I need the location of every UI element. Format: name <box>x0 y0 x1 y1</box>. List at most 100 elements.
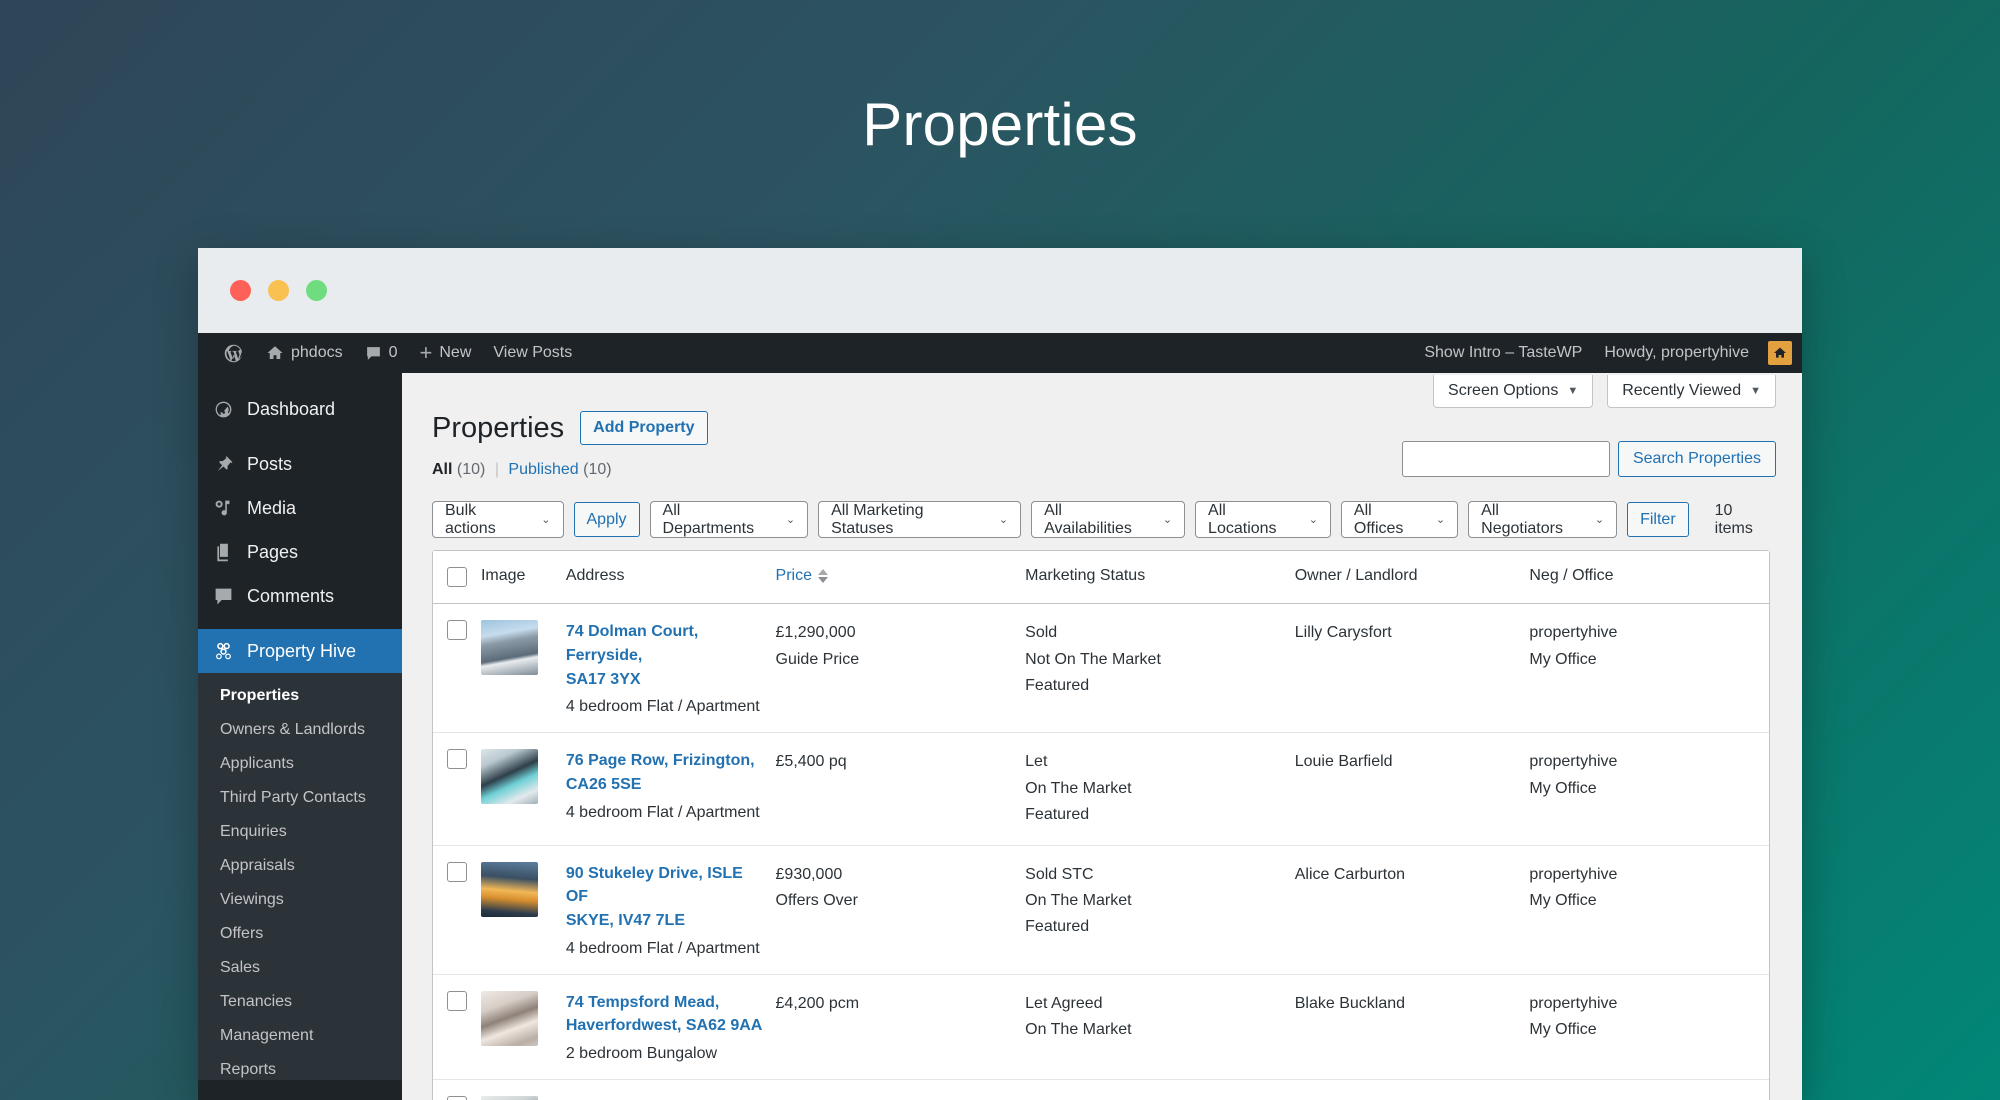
row-image-cell <box>480 604 566 732</box>
close-window-button[interactable] <box>230 280 251 301</box>
sidebar-item-label: Dashboard <box>247 398 336 419</box>
wordpress-logo-menu[interactable] <box>212 333 255 373</box>
property-price-qualifier: Offers Over <box>775 891 858 909</box>
table-row[interactable]: 74 Dolman Court, Ferryside, SA17 3YX 4 b… <box>433 604 1769 734</box>
recently-viewed-button[interactable]: Recently Viewed ▼ <box>1607 375 1776 408</box>
submenu-item-third-party-contacts[interactable]: Third Party Contacts <box>198 781 402 815</box>
property-thumbnail[interactable] <box>480 749 538 805</box>
property-address-link[interactable]: 76 Page Row, Frizington, <box>566 749 766 773</box>
property-thumbnail[interactable] <box>480 990 538 1046</box>
chevron-down-icon: ⌄ <box>1594 514 1605 527</box>
screen-options-button[interactable]: Screen Options ▼ <box>1433 375 1594 408</box>
table-row[interactable]: 74 Tempsford Mead, Haverfordwest, SA62 9… <box>433 975 1769 1080</box>
add-property-button[interactable]: Add Property <box>580 411 708 446</box>
site-name-menu[interactable]: phdocs <box>255 333 354 373</box>
sidebar-item-label: Media <box>247 497 297 518</box>
property-address-link[interactable]: 120 Princess Terrace, West <box>566 1096 766 1100</box>
submenu-item-tenancies[interactable]: Tenancies <box>198 985 402 1019</box>
view-link-published[interactable]: Published <box>508 461 578 478</box>
plus-icon: + <box>419 340 433 365</box>
menu-separator <box>198 618 402 629</box>
locations-select[interactable]: All Locations ⌄ <box>1195 501 1331 539</box>
column-header-address: Address <box>565 567 625 585</box>
table-row[interactable]: 76 Page Row, Frizington, CA26 5SE 4 bedr… <box>433 733 1769 846</box>
sidebar-item-property-hive[interactable]: Property Hive <box>198 629 402 673</box>
submenu-item-owners-landlords[interactable]: Owners & Landlords <box>198 713 402 747</box>
view-link-all[interactable]: All <box>432 461 452 478</box>
wp-admin-body: Dashboard Posts Media Pages Comments Pro… <box>198 373 1802 1100</box>
row-address-cell: 90 Stukeley Drive, ISLE OF SKYE, IV47 7L… <box>566 846 776 974</box>
sidebar-item-pages[interactable]: Pages <box>198 530 402 574</box>
bulk-actions-select[interactable]: Bulk actions ⌄ <box>432 501 564 539</box>
submenu-item-offers[interactable]: Offers <box>198 917 402 951</box>
search-input[interactable] <box>1401 441 1610 477</box>
submenu-item-enquiries[interactable]: Enquiries <box>198 815 402 849</box>
show-intro-link[interactable]: Show Intro – TasteWP <box>1413 333 1593 373</box>
sidebar-item-label: Posts <box>247 453 293 474</box>
submenu-item-applicants[interactable]: Applicants <box>198 747 402 781</box>
submenu-item-appraisals[interactable]: Appraisals <box>198 849 402 883</box>
marketing-statuses-select[interactable]: All Marketing Statuses ⌄ <box>818 501 1022 539</box>
negotiators-select[interactable]: All Negotiators ⌄ <box>1468 501 1618 539</box>
price-sort-link[interactable]: Price <box>776 567 828 585</box>
row-owner-cell: Blake Buckland <box>1295 975 1530 1079</box>
search-properties-button[interactable]: Search Properties <box>1617 441 1776 477</box>
offices-value: All Offices <box>1353 501 1404 537</box>
chevron-down-icon: ▼ <box>1567 385 1579 397</box>
property-address-link-2[interactable]: SA17 3YX <box>566 668 766 692</box>
avatar[interactable] <box>1768 341 1792 365</box>
filter-button[interactable]: Filter <box>1627 502 1689 538</box>
property-status-market: On The Market <box>1025 891 1132 909</box>
view-count-published: (10) <box>583 461 612 479</box>
offices-select[interactable]: All Offices ⌄ <box>1340 501 1459 539</box>
property-address-link-2[interactable]: CA26 5SE <box>566 773 766 797</box>
apply-button[interactable]: Apply <box>573 502 640 538</box>
property-thumbnail[interactable] <box>480 620 538 676</box>
minimize-window-button[interactable] <box>268 280 289 301</box>
row-checkbox[interactable] <box>447 861 467 882</box>
column-header-price[interactable]: Price <box>776 551 1026 603</box>
departments-select[interactable]: All Departments ⌄ <box>649 501 809 539</box>
new-content-menu[interactable]: + New <box>409 333 483 373</box>
property-address-link-2[interactable]: Haverfordwest, SA62 9AA <box>566 1014 766 1038</box>
property-status-market: On The Market <box>1025 779 1132 797</box>
sidebar-item-media[interactable]: Media <box>198 486 402 530</box>
sidebar-item-comments[interactable]: Comments <box>198 574 402 618</box>
property-status-market: Not On The Market <box>1025 650 1161 668</box>
availabilities-select[interactable]: All Availabilities ⌄ <box>1031 501 1186 539</box>
submenu-item-properties[interactable]: Properties <box>198 679 402 713</box>
chevron-down-icon: ⌄ <box>1162 514 1173 527</box>
select-all-checkbox[interactable] <box>447 567 467 588</box>
table-row[interactable]: 120 Princess Terrace, West Drayton, UB8 … <box>433 1080 1769 1100</box>
row-status-cell: Sold Not On The Market Featured <box>1025 604 1295 732</box>
row-checkbox[interactable] <box>447 749 467 770</box>
row-checkbox[interactable] <box>447 1095 467 1100</box>
row-checkbox[interactable] <box>447 990 467 1011</box>
my-account-menu[interactable]: Howdy, propertyhive <box>1593 333 1760 373</box>
sidebar-item-dashboard[interactable]: Dashboard <box>198 387 402 431</box>
zoom-window-button[interactable] <box>306 280 327 301</box>
property-address-link[interactable]: 90 Stukeley Drive, ISLE OF <box>566 862 766 909</box>
property-thumbnail[interactable] <box>480 861 538 917</box>
negotiators-value: All Negotiators <box>1481 501 1563 537</box>
view-posts-link[interactable]: View Posts <box>482 333 583 373</box>
sidebar-item-posts[interactable]: Posts <box>198 442 402 486</box>
property-negotiator: propertyhive <box>1529 1096 1759 1100</box>
chevron-down-icon: ⌄ <box>1308 514 1318 527</box>
property-thumbnail[interactable] <box>480 1095 538 1100</box>
submenu-item-sales[interactable]: Sales <box>198 951 402 985</box>
property-address-link[interactable]: 74 Dolman Court, Ferryside, <box>566 620 766 667</box>
row-neg-office-cell: propertyhive My Office <box>1529 604 1769 732</box>
property-summary: 4 bedroom Flat / Apartment <box>565 939 760 957</box>
row-checkbox[interactable] <box>447 620 467 641</box>
dashboard-icon <box>212 398 234 420</box>
table-row[interactable]: 90 Stukeley Drive, ISLE OF SKYE, IV47 7L… <box>433 846 1769 975</box>
comments-bubble[interactable]: 0 <box>354 333 409 373</box>
locations-value: All Locations <box>1208 501 1277 537</box>
items-count-label: 10 items <box>1714 501 1753 537</box>
submenu-item-viewings[interactable]: Viewings <box>198 883 402 917</box>
property-address-link[interactable]: 74 Tempsford Mead, <box>566 991 766 1015</box>
submenu-item-management[interactable]: Management <box>198 1019 402 1053</box>
property-address-link-2[interactable]: SKYE, IV47 7LE <box>566 909 766 933</box>
view-links-divider: | <box>494 461 499 479</box>
